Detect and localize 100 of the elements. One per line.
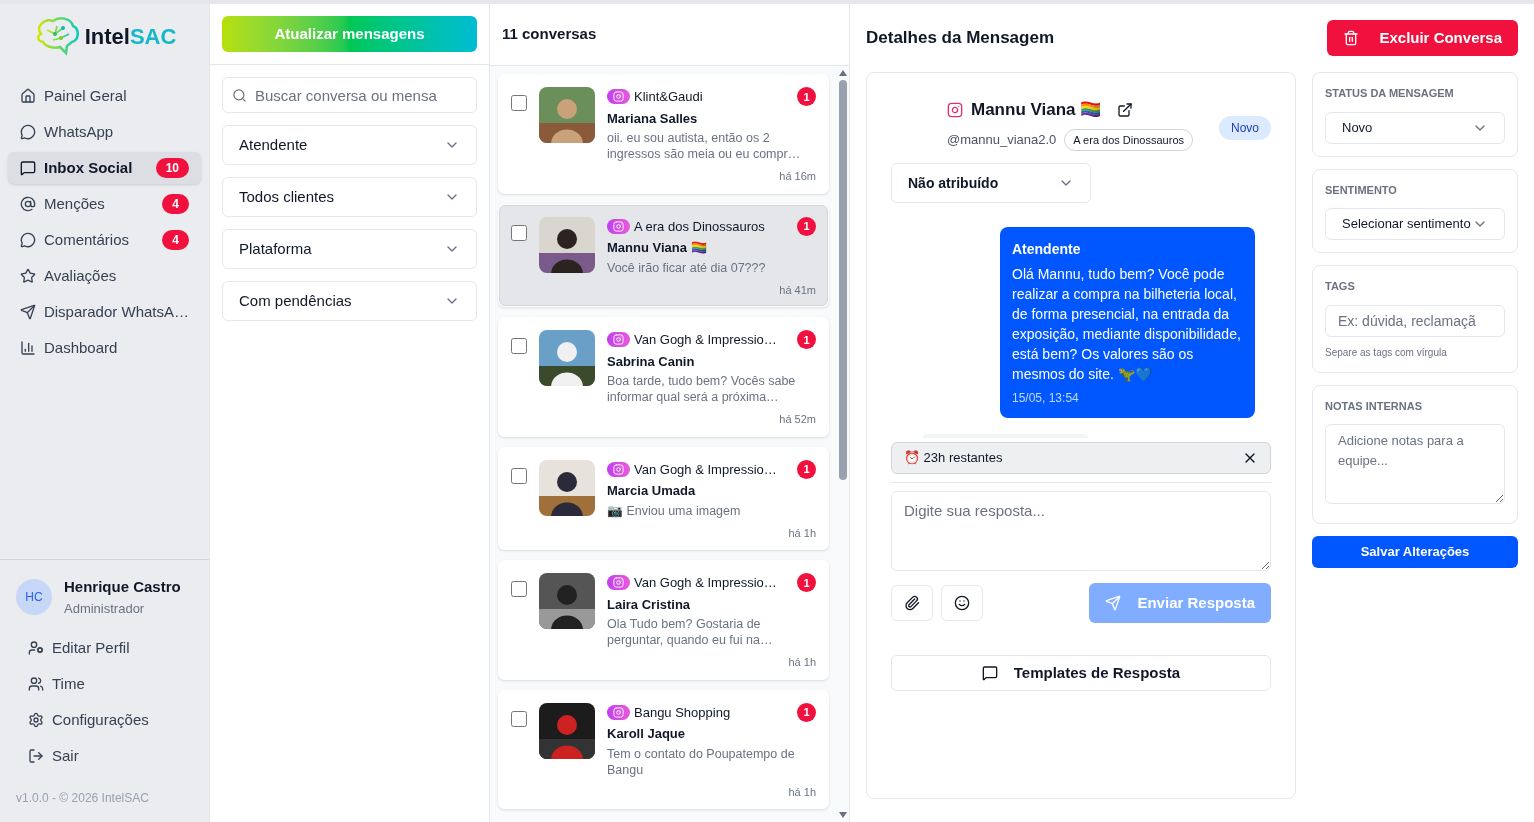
nav-icon bbox=[20, 196, 36, 212]
instagram-icon bbox=[613, 220, 624, 232]
unread-badge: 1 bbox=[797, 330, 816, 350]
nav-item[interactable]: Painel Geral bbox=[8, 80, 201, 112]
paperclip-icon bbox=[904, 595, 920, 611]
filter-select[interactable]: Todos clientes bbox=[222, 177, 477, 217]
message-preview: Você irão ficar até dia 07??? bbox=[607, 259, 767, 276]
user-menu-item[interactable]: Configurações bbox=[28, 706, 193, 734]
contact-handle: @mannu_viana2.0 bbox=[947, 131, 1057, 149]
count-badge: 4 bbox=[162, 230, 189, 250]
nav-item[interactable]: Comentários 4 bbox=[8, 224, 201, 256]
select-checkbox[interactable] bbox=[511, 338, 527, 354]
emoji-button[interactable] bbox=[941, 585, 983, 621]
account-name: Van Gogh & Impressio… bbox=[634, 460, 778, 479]
contact-name: Mariana Salles bbox=[607, 109, 699, 128]
external-link-icon[interactable] bbox=[1117, 101, 1134, 118]
user-menu-item[interactable]: Time bbox=[28, 670, 193, 698]
menu-icon bbox=[28, 676, 44, 692]
instagram-icon bbox=[613, 577, 624, 589]
filter-select[interactable]: Com pendências bbox=[222, 281, 477, 321]
user-avatar: HC bbox=[16, 579, 52, 615]
search-field[interactable]: Buscar conversa ou mensa bbox=[222, 77, 477, 113]
nav-icon bbox=[20, 160, 36, 176]
tags-field[interactable]: Ex: dúvida, reclamaçã bbox=[1325, 304, 1505, 337]
user-role: Administrador bbox=[64, 599, 146, 618]
unread-badge: 1 bbox=[797, 459, 816, 479]
contact-name: Mannu Viana 🏳‍🌈 bbox=[607, 239, 708, 257]
contact-name: Marcia Umada bbox=[607, 482, 697, 500]
conversation-card[interactable]: Bangu Shopping 1 Karoll Jaque Tem o contato do Poupatempo de Bangu há 1h bbox=[498, 689, 829, 809]
nav-item[interactable]: Disparador WhatsA… bbox=[8, 296, 201, 328]
message-author: Atendente bbox=[1012, 240, 1082, 259]
message-preview: 📷 Enviou uma imagem bbox=[607, 502, 742, 519]
unread-badge: 1 bbox=[797, 702, 816, 722]
select-checkbox[interactable] bbox=[511, 710, 527, 727]
trash-icon bbox=[1343, 30, 1360, 46]
assignee-select[interactable]: Não atribuído bbox=[891, 163, 1091, 203]
message-time: há 1h bbox=[788, 655, 816, 670]
unread-badge: 1 bbox=[797, 87, 816, 107]
message-time: há 41m bbox=[779, 282, 816, 298]
send-icon bbox=[1105, 595, 1122, 611]
menu-icon bbox=[28, 640, 44, 656]
message-time: há 52m bbox=[779, 412, 816, 427]
templates-button[interactable]: Templates de Resposta bbox=[891, 655, 1271, 691]
user-menu-item[interactable]: Sair bbox=[28, 742, 193, 770]
nav-icon bbox=[20, 232, 36, 248]
panel-select[interactable]: Novo bbox=[1325, 111, 1505, 144]
select-checkbox[interactable] bbox=[511, 95, 527, 111]
notes-field[interactable]: Adicione notas para a equipe... bbox=[1325, 424, 1505, 504]
select-checkbox[interactable] bbox=[511, 581, 527, 597]
contact-name: Mannu Viana 🏳‍🌈 bbox=[971, 99, 1102, 121]
details-title: Detalhes da Mensagem bbox=[866, 27, 1054, 50]
field-label: STATUS DA MENSAGEM bbox=[1325, 86, 1455, 101]
unread-badge: 1 bbox=[797, 573, 816, 593]
status-badge: Novo bbox=[1219, 116, 1271, 140]
select-checkbox[interactable] bbox=[511, 224, 527, 241]
reply-field[interactable]: Digite sua resposta... bbox=[891, 491, 1271, 571]
nav-icon bbox=[20, 304, 36, 320]
count-badge: 4 bbox=[162, 194, 189, 214]
count-badge: 10 bbox=[155, 158, 189, 178]
message-time: há 1h bbox=[788, 525, 816, 541]
instagram-icon bbox=[613, 91, 624, 103]
account-name: Van Gogh & Impressio… bbox=[634, 331, 778, 349]
user-name: Henrique Castro bbox=[64, 577, 181, 597]
conversation-card[interactable]: Van Gogh & Impressio… 1 Laira Cristina Ola Tudo bem? Gostaria de perguntar, quando eu fui na… há 1h bbox=[498, 560, 829, 680]
select-checkbox[interactable] bbox=[511, 467, 527, 484]
conversation-card[interactable]: A era dos Dinossauros 1 Mannu Viana 🏳‍🌈 Você irão ficar até dia 07??? há 41m bbox=[498, 203, 829, 307]
message-time: 15/05, 13:54 bbox=[1012, 390, 1080, 406]
version-footer: v1.0.0 - © 2026 IntelSAC bbox=[16, 790, 193, 806]
nav-icon bbox=[20, 268, 36, 284]
menu-icon bbox=[28, 748, 44, 764]
account-name: Klint&Gaudi bbox=[634, 88, 704, 106]
panel-select[interactable]: Selecionar sentimento bbox=[1325, 208, 1505, 240]
search-icon bbox=[232, 88, 247, 103]
conversation-card[interactable]: Klint&Gaudi 1 Mariana Salles oii. eu sou autista, então os 2 ingressos são meia ou eu compr… há 16m bbox=[498, 74, 829, 194]
instagram-icon bbox=[613, 334, 624, 346]
nav-item[interactable]: Inbox Social 10 bbox=[8, 152, 201, 184]
delete-conversation-button[interactable]: Excluir Conversa bbox=[1327, 20, 1518, 56]
field-label: SENTIMENTO bbox=[1325, 182, 1398, 198]
user-menu-item[interactable]: Editar Perfil bbox=[28, 634, 193, 662]
nav-item[interactable]: Avaliações bbox=[8, 260, 201, 292]
nav-item[interactable]: Menções 4 bbox=[8, 188, 201, 220]
instagram-icon bbox=[613, 463, 624, 475]
filter-select[interactable]: Atendente bbox=[222, 125, 477, 165]
field-label: NOTAS INTERNAS bbox=[1325, 398, 1423, 414]
attach-button[interactable] bbox=[891, 585, 933, 621]
brand-name: IntelSAC bbox=[84, 22, 177, 51]
conversation-card[interactable]: Van Gogh & Impressio… 1 Marcia Umada 📷 Enviou uma imagem há 1h bbox=[498, 446, 829, 550]
message-preview: Ola Tudo bem? Gostaria de perguntar, quando eu fui na… bbox=[607, 616, 774, 648]
filter-select[interactable]: Plataforma bbox=[222, 229, 477, 269]
nav-item[interactable]: Dashboard bbox=[8, 332, 201, 364]
nav-item[interactable]: WhatsApp bbox=[8, 116, 201, 148]
message-preview: Tem o contato do Poupatempo de Bangu bbox=[607, 745, 796, 778]
message-time: há 16m bbox=[779, 169, 816, 184]
timer-text: ⏰ 23h restantes bbox=[904, 449, 1003, 468]
save-button[interactable]: Salvar Alterações bbox=[1312, 536, 1518, 568]
contact-name: Sabrina Canin bbox=[607, 352, 696, 371]
tags-hint: Separe as tags com vírgula bbox=[1325, 345, 1448, 360]
conversation-card[interactable]: Van Gogh & Impressio… 1 Sabrina Canin Boa tarde, tudo bem? Vocês sabe informar qual será a próxima… há 52m bbox=[498, 317, 829, 437]
contact-name: Laira Cristina bbox=[607, 595, 692, 614]
message-time: há 1h bbox=[788, 784, 816, 800]
